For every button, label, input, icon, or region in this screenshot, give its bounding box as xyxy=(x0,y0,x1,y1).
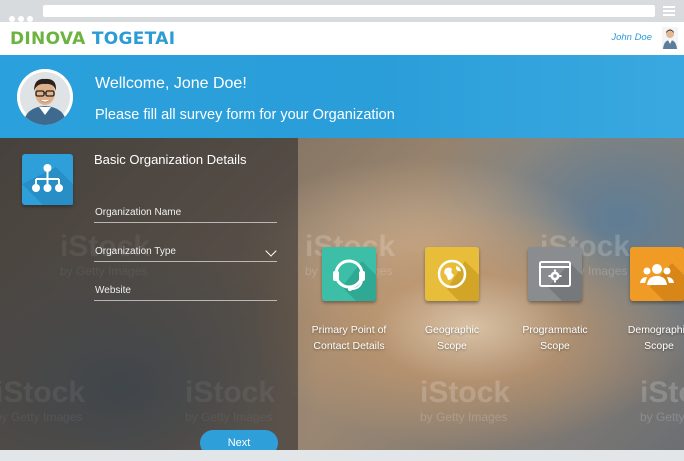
welcome-banner: Wellcome, Jone Doe! Please fill all surv… xyxy=(0,55,684,138)
field-placeholder: Organization Name xyxy=(95,207,182,218)
organization-form-panel: Basic Organization Details Organization … xyxy=(0,138,298,450)
app-window: DINOVA TOGETAI John Doe Wellcome, Jone D… xyxy=(0,0,684,461)
field-placeholder: Website xyxy=(95,285,131,296)
contact-details-tile[interactable] xyxy=(322,247,376,301)
people-icon xyxy=(640,263,684,301)
programmatic-scope-tile[interactable] xyxy=(528,247,582,301)
welcome-title: Wellcome, Jone Doe! xyxy=(95,75,247,92)
top-header: DINOVA TOGETAI John Doe xyxy=(0,22,684,56)
brand-name-part2: TOGETAI xyxy=(91,29,176,49)
website-input[interactable]: Website xyxy=(94,280,277,301)
tile-label-programmatic: Programmatic Scope xyxy=(522,324,588,352)
globe-icon xyxy=(437,259,479,301)
user-avatar[interactable] xyxy=(662,27,678,49)
browser-gear-icon xyxy=(539,261,582,301)
demographic-scope-tile[interactable] xyxy=(630,247,684,301)
user-name-link[interactable]: John Doe xyxy=(611,32,652,43)
welcome-subtitle: Please fill all survey form for your Org… xyxy=(95,107,395,123)
profile-avatar xyxy=(17,69,73,125)
brand-name-part1: DINOVA xyxy=(10,29,86,49)
tile-label-contact: Primary Point of Contact Details xyxy=(311,324,387,352)
brand-logo[interactable]: DINOVA TOGETAI xyxy=(10,29,175,49)
watermark: iStockby Getty Images xyxy=(420,376,511,424)
form-title: Basic Organization Details xyxy=(94,152,247,167)
hero-background-image: iStockby Getty Images iStockby Getty Ima… xyxy=(0,138,684,450)
field-placeholder: Organization Type xyxy=(95,246,176,257)
tile-label-demographic: Demographic Scope xyxy=(627,324,684,352)
chevron-down-icon[interactable] xyxy=(265,245,277,257)
geographic-scope-tile[interactable] xyxy=(425,247,479,301)
window-bottom-border xyxy=(0,450,684,461)
headset-icon xyxy=(333,259,376,301)
tile-label-geographic: Geographic Scope xyxy=(424,324,480,352)
org-chart-icon xyxy=(22,154,73,205)
watermark: iStockby Getty Images xyxy=(640,376,684,424)
organization-type-select[interactable]: Organization Type xyxy=(94,241,277,262)
browser-chrome xyxy=(0,0,684,22)
hamburger-menu-icon[interactable] xyxy=(663,6,675,16)
address-bar[interactable] xyxy=(43,5,655,17)
next-button[interactable]: Next xyxy=(200,430,278,450)
organization-name-input[interactable]: Organization Name xyxy=(94,202,277,223)
